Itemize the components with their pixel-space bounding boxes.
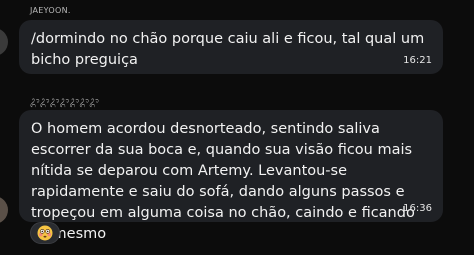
sender-name[interactable]: ᬊᬊᬊᬊᬊᬊᬊ <box>30 96 99 106</box>
sender-name[interactable]: JAEYOON. <box>30 6 71 16</box>
avatar[interactable] <box>0 196 8 224</box>
avatar[interactable] <box>0 28 8 56</box>
message-timestamp: 16:36 <box>403 203 432 214</box>
message-text: O homem acordou desnorteado, sentindo sa… <box>31 121 420 242</box>
flushed-face-emoji-icon <box>37 225 53 241</box>
chat-view: JAEYOON. /dormindo no chão porque caiu a… <box>0 0 474 255</box>
message-text: /dormindo no chão porque caiu ali e fico… <box>31 31 429 68</box>
reaction-badge[interactable] <box>30 222 60 244</box>
message-bubble[interactable]: /dormindo no chão porque caiu ali e fico… <box>19 20 443 74</box>
message-bubble[interactable]: O homem acordou desnorteado, sentindo sa… <box>19 110 443 242</box>
message-timestamp: 16:21 <box>403 55 432 66</box>
